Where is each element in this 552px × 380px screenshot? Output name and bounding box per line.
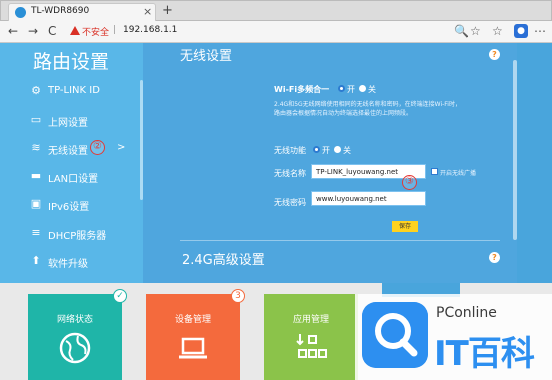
tab-close-icon[interactable]: ×: [143, 5, 152, 18]
wireless-function-label: 无线功能: [274, 146, 306, 155]
tab-favicon-icon: [15, 7, 26, 18]
not-secure-label[interactable]: 不安全: [82, 25, 109, 38]
tile-network-status[interactable]: 网络状态 ✓: [28, 289, 127, 380]
sidebar-item-label: 无线设置: [48, 146, 88, 157]
more-menu-icon[interactable]: ⋯: [534, 24, 546, 38]
page-title: 无线设置: [180, 49, 233, 64]
tile-label: 设备管理: [174, 315, 211, 325]
sidebar-item-tplink-id[interactable]: ⚙ TP-LINK ID: [0, 78, 143, 105]
advanced-help-icon[interactable]: ?: [489, 252, 500, 263]
save-button[interactable]: 保存: [392, 221, 418, 232]
main-panel: [143, 43, 517, 283]
apps-grid-icon: [296, 334, 327, 358]
browser-tab[interactable]: TL-WDR8690 ×: [8, 3, 156, 21]
tile-app-management[interactable]: 应用管理: [264, 294, 358, 380]
wifi-merge-desc-2: 路由器会根据情况自动为终端选择最佳的上网频段。: [274, 110, 413, 117]
ipv6-icon: ▣: [30, 197, 42, 210]
wireless-on-radio[interactable]: [313, 146, 320, 153]
wifi-merge-off-radio[interactable]: [359, 85, 366, 92]
tile-label: 应用管理: [292, 315, 329, 325]
gear-icon: ⚙: [31, 84, 41, 97]
globe-icon: [59, 332, 91, 364]
url-separator: |: [113, 25, 117, 35]
sidebar-item-lan[interactable]: ▬ LAN口设置: [0, 163, 143, 190]
annotation-number-3: ③: [402, 175, 417, 190]
check-badge-icon: ✓: [113, 289, 127, 303]
wifi-merge-off-label: 关: [368, 85, 376, 94]
broadcast-label: 开启无线广播: [440, 170, 477, 177]
sidebar-item-label: 上网设置: [48, 118, 88, 129]
tab-title: TL-WDR8690: [31, 6, 90, 16]
watermark-brand: IT百科: [434, 334, 535, 374]
ssid-label: 无线名称: [274, 169, 306, 178]
section-divider: [180, 240, 500, 241]
chevron-right-icon: >: [117, 142, 126, 153]
sidebar-item-wireless[interactable]: ≋ 无线设置 >: [0, 135, 143, 162]
sidebar-item-label: LAN口设置: [48, 174, 99, 185]
sidebar-item-label: TP-LINK ID: [48, 85, 100, 96]
wifi-merge-on-radio[interactable]: [338, 85, 345, 92]
favorites-list-icon[interactable]: ☆: [492, 24, 503, 38]
sidebar-title: 路由设置: [33, 51, 110, 73]
profile-icon[interactable]: ●: [514, 24, 528, 38]
new-tab-button[interactable]: +: [162, 3, 173, 18]
annotation-number-2: ②: [90, 140, 105, 155]
read-aloud-icon[interactable]: 🔍: [454, 24, 469, 38]
broadcast-checkbox[interactable]: [431, 168, 438, 175]
wireless-off-radio[interactable]: [334, 146, 341, 153]
reload-icon[interactable]: C: [48, 24, 56, 38]
watermark-pconline: PConline: [436, 305, 497, 321]
upgrade-icon: ⬆: [31, 254, 41, 267]
sidebar-item-label: IPv6设置: [48, 202, 90, 213]
wifi-merge-desc-1: 2.4G和5G无线网络使用相同的无线名称和密码，在终端连接Wi-Fi时，: [274, 101, 461, 108]
sidebar-item-label: 软件升级: [48, 259, 88, 270]
dhcp-icon: ≡: [31, 226, 41, 239]
wifi-merge-on-label: 开: [347, 85, 355, 94]
forward-icon[interactable]: →: [28, 24, 38, 38]
monitor-icon: ▭: [30, 113, 42, 126]
sidebar-item-internet[interactable]: ▭ 上网设置: [0, 107, 143, 134]
pconline-logo-icon: [362, 302, 428, 368]
advanced-settings-title: 2.4G高级设置: [182, 253, 265, 268]
sidebar-item-upgrade[interactable]: ⬆ 软件升级: [0, 248, 143, 275]
address-bar: ← → C 不安全 | 192.168.1.1 🔍 ☆ ☆ ● ⋯: [0, 21, 552, 43]
laptop-icon: [179, 337, 207, 359]
tile-label: 网络状态: [56, 315, 93, 325]
password-label: 无线密码: [274, 198, 306, 207]
password-input[interactable]: www.luyouwang.net: [311, 191, 426, 206]
wifi-icon: ≋: [31, 141, 41, 154]
lan-icon: ▬: [30, 169, 42, 182]
url-input[interactable]: 192.168.1.1: [123, 25, 177, 35]
sidebar-item-ipv6[interactable]: ▣ IPv6设置: [0, 191, 143, 218]
sidebar-item-dhcp[interactable]: ≡ DHCP服务器: [0, 220, 143, 247]
main-scrollbar[interactable]: [513, 60, 517, 240]
count-badge: 3: [231, 289, 245, 303]
tile-device-management[interactable]: 设备管理 3: [146, 289, 245, 380]
wireless-off-label: 关: [343, 146, 351, 155]
favorite-star-icon[interactable]: ☆: [470, 24, 481, 38]
warning-icon: [70, 26, 80, 35]
sidebar-item-label: DHCP服务器: [48, 231, 107, 242]
wireless-on-label: 开: [322, 146, 330, 155]
back-icon[interactable]: ←: [8, 24, 18, 38]
help-icon[interactable]: ?: [489, 49, 500, 60]
wifi-merge-label: Wi-Fi多频合一: [274, 85, 330, 94]
